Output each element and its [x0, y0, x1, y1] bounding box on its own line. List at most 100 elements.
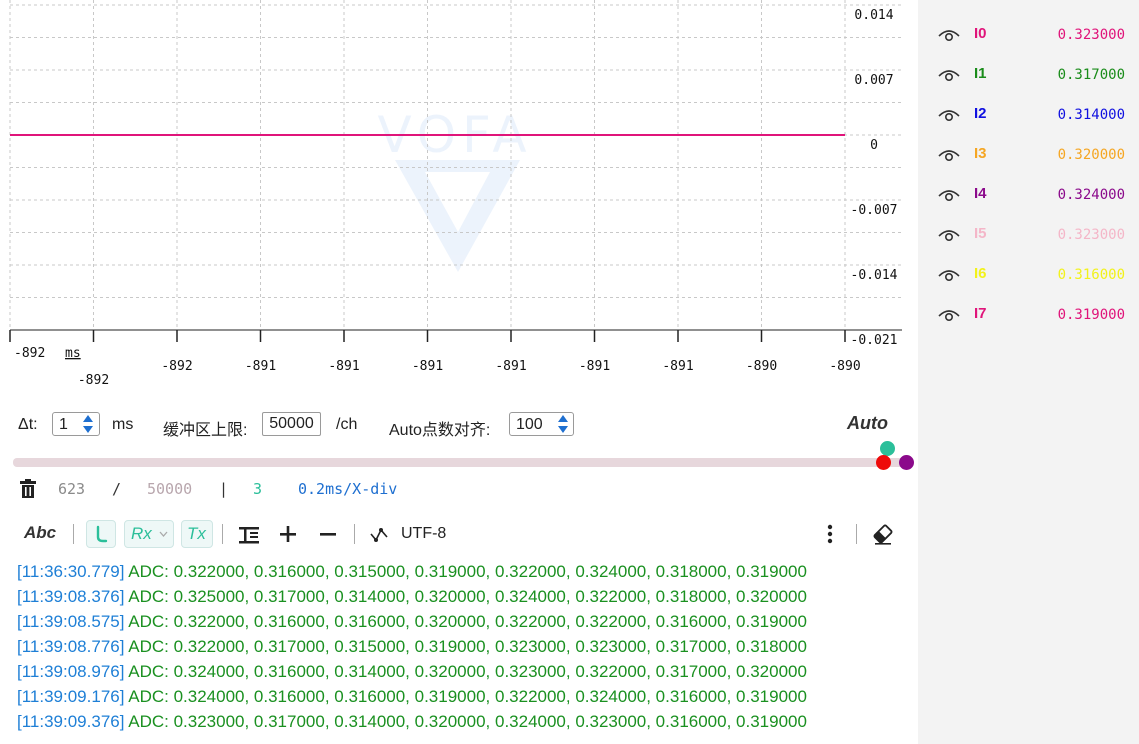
waveform-icon[interactable]	[369, 520, 391, 548]
scroll-slider[interactable]	[13, 458, 906, 467]
log-line: [11:39:08.976] ADC: 0.324000, 0.316000, …	[17, 662, 807, 682]
eye-icon[interactable]	[938, 109, 960, 123]
toolbar-separator	[354, 524, 355, 544]
x-tick-label: -892	[78, 373, 109, 388]
channel-row[interactable]: I1 0.317000	[918, 55, 1139, 95]
toolbar: Abc Rx Tx UTF-8	[0, 514, 918, 554]
log-message: ADC: 0.323000, 0.317000, 0.314000, 0.320…	[124, 712, 807, 731]
chevron-down-icon	[159, 531, 168, 537]
rx-label: Rx	[131, 524, 152, 543]
buffer-label: 缓冲区上限:	[163, 422, 248, 439]
channel-row[interactable]: I2 0.314000	[918, 95, 1139, 135]
log-timestamp: [11:39:08.376]	[17, 587, 125, 606]
stats-separator: /	[112, 480, 122, 498]
tx-label: Tx	[187, 524, 206, 543]
eye-icon[interactable]	[938, 69, 960, 83]
eraser-icon[interactable]	[871, 520, 895, 548]
channel-value: 0.323000	[1057, 227, 1125, 243]
dt-spin-arrows-icon[interactable]	[80, 412, 96, 436]
log-timestamp: [11:39:08.976]	[17, 662, 125, 681]
toolbar-separator	[856, 524, 857, 544]
waveform-plot[interactable]: VOFA -892 -892 -892 -891 -891 -891 -891 -891 -89…	[0, 0, 918, 395]
hex-toggle-button[interactable]	[86, 520, 116, 548]
channel-name: I1	[974, 65, 987, 82]
plus-icon[interactable]	[278, 520, 298, 548]
eye-icon[interactable]	[938, 269, 960, 283]
log-timestamp: [11:39:09.176]	[17, 687, 125, 706]
channel-name: I5	[974, 225, 987, 242]
log-line: [11:39:08.376] ADC: 0.325000, 0.317000, …	[17, 587, 807, 607]
buffer-capacity: 50000	[147, 480, 193, 498]
auto-align-label: Auto点数对齐:	[389, 422, 491, 439]
auto-align-spin-arrows-icon[interactable]	[555, 412, 571, 436]
time-scale: 0.2ms/X-div	[298, 480, 398, 498]
channel-value: 0.319000	[1057, 307, 1125, 323]
eye-icon[interactable]	[938, 149, 960, 163]
more-vertical-icon[interactable]	[824, 520, 836, 548]
stats-divider: |	[219, 480, 229, 498]
tx-button[interactable]: Tx	[181, 520, 213, 548]
abc-button[interactable]: Abc	[24, 523, 56, 551]
channel-count: 3	[253, 480, 263, 498]
channel-value: 0.323000	[1057, 27, 1125, 43]
toolbar-separator	[73, 524, 74, 544]
log-message: ADC: 0.322000, 0.316000, 0.316000, 0.320…	[124, 612, 807, 631]
x-tick-label: -891	[412, 359, 443, 374]
x-tick-label: -891	[328, 359, 359, 374]
eye-icon[interactable]	[938, 29, 960, 43]
channel-row[interactable]: I7 0.319000	[918, 295, 1139, 335]
channel-value: 0.320000	[1057, 147, 1125, 163]
eye-icon[interactable]	[938, 229, 960, 243]
rx-dropdown[interactable]: Rx	[124, 520, 174, 548]
log-timestamp: [11:39:08.776]	[17, 637, 125, 656]
channel-value: 0.314000	[1057, 107, 1125, 123]
channel-row[interactable]: I6 0.316000	[918, 255, 1139, 295]
log-line: [11:39:09.176] ADC: 0.324000, 0.316000, …	[17, 687, 807, 707]
y-tick-label: 0.014	[854, 8, 893, 23]
trash-icon[interactable]	[19, 479, 37, 498]
channel-row[interactable]: I0 0.323000	[918, 15, 1139, 55]
log-message: ADC: 0.322000, 0.317000, 0.315000, 0.319…	[124, 637, 807, 656]
channel-name: I3	[974, 145, 987, 162]
channel-row[interactable]: I3 0.320000	[918, 135, 1139, 175]
x-unit-label: ms	[65, 346, 81, 361]
log-message: ADC: 0.325000, 0.317000, 0.314000, 0.320…	[124, 587, 807, 606]
eye-icon[interactable]	[938, 189, 960, 203]
dt-label: Δt:	[18, 416, 38, 433]
channel-name: I6	[974, 265, 987, 282]
slider-knob-right[interactable]	[899, 455, 914, 470]
x-tick-label: -891	[495, 359, 526, 374]
channel-name: I4	[974, 185, 987, 202]
auto-align-value: 100	[516, 416, 543, 433]
x-tick-label: -891	[662, 359, 693, 374]
buffer-unit: /ch	[336, 416, 358, 433]
channel-row[interactable]: I5 0.323000	[918, 215, 1139, 255]
x-tick-label: -891	[579, 359, 610, 374]
slider-knob-left[interactable]	[876, 455, 891, 470]
buffer-limit-input[interactable]: 50000	[262, 412, 321, 436]
x-tick-label: -890	[746, 359, 777, 374]
log-message: ADC: 0.324000, 0.316000, 0.314000, 0.320…	[124, 662, 807, 681]
log-timestamp: [11:36:30.779]	[17, 562, 125, 581]
slider-knob-top[interactable]	[880, 441, 895, 456]
serial-log[interactable]: [11:36:30.779] ADC: 0.322000, 0.316000, …	[0, 560, 918, 744]
y-tick-label: -0.021	[851, 333, 898, 348]
text-format-icon[interactable]	[237, 520, 261, 548]
auto-button[interactable]: Auto	[847, 413, 888, 434]
log-line: [11:36:30.779] ADC: 0.322000, 0.316000, …	[17, 562, 807, 582]
vofa-logo-watermark: VOFA	[377, 106, 527, 272]
x-tick-label: -892	[161, 359, 192, 374]
y-tick-label: -0.007	[851, 203, 898, 218]
log-line: [11:39:09.376] ADC: 0.323000, 0.317000, …	[17, 712, 807, 732]
log-line: [11:39:08.575] ADC: 0.322000, 0.316000, …	[17, 612, 807, 632]
channel-name: I7	[974, 305, 987, 322]
minus-icon[interactable]	[318, 520, 338, 548]
x-tick-label: -890	[829, 359, 860, 374]
y-tick-label: 0.007	[854, 73, 893, 88]
log-message: ADC: 0.322000, 0.316000, 0.315000, 0.319…	[124, 562, 807, 581]
eye-icon[interactable]	[938, 309, 960, 323]
encoding-selector[interactable]: UTF-8	[401, 525, 446, 553]
channel-row[interactable]: I4 0.324000	[918, 175, 1139, 215]
log-line: [11:39:08.776] ADC: 0.322000, 0.317000, …	[17, 637, 807, 657]
x-tick-label: -892	[14, 346, 45, 361]
